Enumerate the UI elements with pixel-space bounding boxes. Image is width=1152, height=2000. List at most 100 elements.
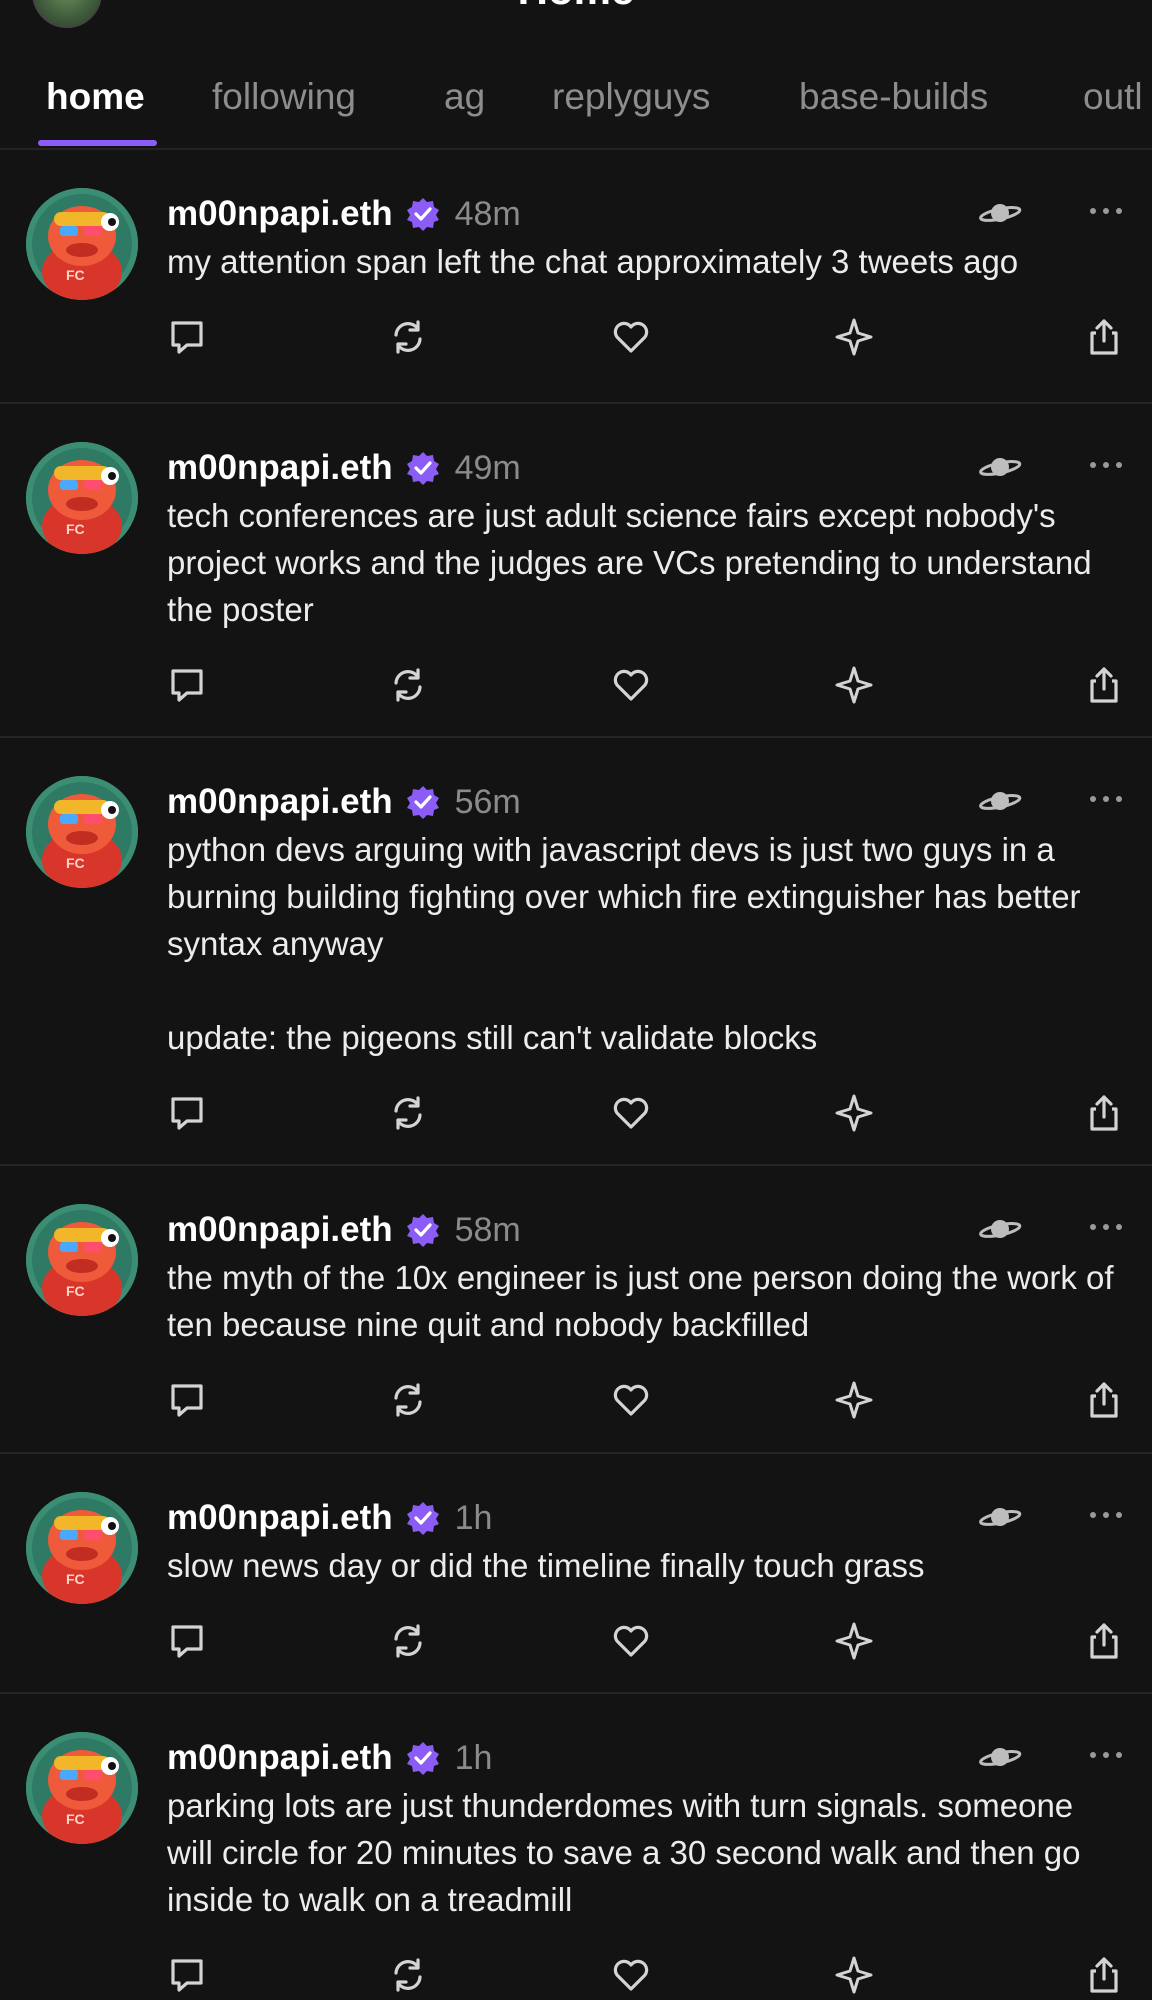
tab-home[interactable]: home bbox=[46, 76, 145, 118]
timestamp: 56m bbox=[454, 782, 521, 821]
cast-actions bbox=[0, 1093, 1152, 1137]
username[interactable]: m00npapi.eth bbox=[167, 1210, 393, 1250]
cast-header: m00npapi.eth 48m bbox=[167, 192, 521, 236]
heart-icon[interactable] bbox=[611, 317, 651, 357]
page-title: Home bbox=[0, 0, 1152, 14]
cast-item[interactable]: FC m00npapi.eth 49m tech conferences are… bbox=[0, 404, 1152, 738]
planet-icon[interactable] bbox=[978, 198, 1022, 228]
reply-icon[interactable] bbox=[167, 1621, 207, 1661]
cast-item[interactable]: FC m00npapi.eth 58m the myth of the 10x … bbox=[0, 1166, 1152, 1454]
share-icon[interactable] bbox=[1084, 1093, 1124, 1133]
heart-icon[interactable] bbox=[611, 665, 651, 705]
more-icon[interactable] bbox=[1090, 460, 1122, 470]
more-icon[interactable] bbox=[1090, 794, 1122, 804]
cast-text: slow news day or did the timeline finall… bbox=[167, 1547, 925, 1584]
cast-item[interactable]: FC m00npapi.eth 1h parking lots are just… bbox=[0, 1694, 1152, 2000]
svg-text:FC: FC bbox=[66, 521, 85, 537]
sparkle-icon[interactable] bbox=[834, 1621, 874, 1661]
reply-icon[interactable] bbox=[167, 317, 207, 357]
cast-actions bbox=[0, 317, 1152, 361]
timestamp: 49m bbox=[454, 448, 521, 487]
sparkle-icon[interactable] bbox=[834, 1093, 874, 1133]
planet-icon[interactable] bbox=[978, 786, 1022, 816]
verified-badge-icon bbox=[405, 196, 441, 232]
tab-following[interactable]: following bbox=[212, 76, 356, 118]
avatar[interactable]: FC bbox=[26, 1204, 138, 1316]
verified-badge-icon bbox=[405, 1500, 441, 1536]
reply-icon[interactable] bbox=[167, 665, 207, 705]
more-icon[interactable] bbox=[1090, 1222, 1122, 1232]
planet-icon[interactable] bbox=[978, 1502, 1022, 1532]
recast-icon[interactable] bbox=[388, 1621, 428, 1661]
username[interactable]: m00npapi.eth bbox=[167, 1498, 393, 1538]
home-screen: Home home following ag replyguys base-bu… bbox=[0, 0, 1152, 2000]
username[interactable]: m00npapi.eth bbox=[167, 448, 393, 488]
share-icon[interactable] bbox=[1084, 665, 1124, 705]
recast-icon[interactable] bbox=[388, 665, 428, 705]
planet-icon[interactable] bbox=[978, 1742, 1022, 1772]
username[interactable]: m00npapi.eth bbox=[167, 1738, 393, 1778]
cast-text: my attention span left the chat approxim… bbox=[167, 243, 1019, 280]
reply-icon[interactable] bbox=[167, 1380, 207, 1420]
verified-badge-icon bbox=[405, 784, 441, 820]
cast-header: m00npapi.eth 56m bbox=[167, 780, 521, 824]
cast-item[interactable]: FC m00npapi.eth 48m my attention span le… bbox=[0, 150, 1152, 404]
sparkle-icon[interactable] bbox=[834, 317, 874, 357]
heart-icon[interactable] bbox=[611, 1380, 651, 1420]
verified-badge-icon bbox=[405, 1212, 441, 1248]
cast-feed: FC m00npapi.eth 48m my attention span le… bbox=[0, 150, 1152, 2000]
active-tab-indicator bbox=[38, 140, 157, 146]
username[interactable]: m00npapi.eth bbox=[167, 194, 393, 234]
more-icon[interactable] bbox=[1090, 206, 1122, 216]
avatar[interactable]: FC bbox=[26, 1732, 138, 1844]
cast-header: m00npapi.eth 1h bbox=[167, 1496, 492, 1540]
share-icon[interactable] bbox=[1084, 1955, 1124, 1995]
cast-header: m00npapi.eth 58m bbox=[167, 1208, 521, 1252]
svg-text:FC: FC bbox=[66, 1571, 85, 1587]
reply-icon[interactable] bbox=[167, 1093, 207, 1133]
more-icon[interactable] bbox=[1090, 1510, 1122, 1520]
cast-actions bbox=[0, 1955, 1152, 1999]
heart-icon[interactable] bbox=[611, 1955, 651, 1995]
username[interactable]: m00npapi.eth bbox=[167, 782, 393, 822]
tab-replyguys[interactable]: replyguys bbox=[552, 76, 710, 118]
tab-ag[interactable]: ag bbox=[444, 76, 485, 118]
avatar[interactable]: FC bbox=[26, 188, 138, 300]
sparkle-icon[interactable] bbox=[834, 1955, 874, 1995]
svg-text:FC: FC bbox=[66, 267, 85, 283]
top-bar: Home bbox=[0, 0, 1152, 40]
share-icon[interactable] bbox=[1084, 1621, 1124, 1661]
timestamp: 48m bbox=[454, 194, 521, 233]
cast-text: python devs arguing with javascript devs… bbox=[167, 831, 1081, 1056]
reply-icon[interactable] bbox=[167, 1955, 207, 1995]
planet-icon[interactable] bbox=[978, 1214, 1022, 1244]
svg-text:FC: FC bbox=[66, 1811, 85, 1827]
share-icon[interactable] bbox=[1084, 1380, 1124, 1420]
recast-icon[interactable] bbox=[388, 1955, 428, 1995]
sparkle-icon[interactable] bbox=[834, 1380, 874, 1420]
heart-icon[interactable] bbox=[611, 1621, 651, 1661]
more-icon[interactable] bbox=[1090, 1750, 1122, 1760]
cast-actions bbox=[0, 665, 1152, 709]
timestamp: 58m bbox=[454, 1210, 521, 1249]
recast-icon[interactable] bbox=[388, 1093, 428, 1133]
avatar[interactable]: FC bbox=[26, 442, 138, 554]
share-icon[interactable] bbox=[1084, 317, 1124, 357]
cast-text: the myth of the 10x engineer is just one… bbox=[167, 1259, 1123, 1343]
planet-icon[interactable] bbox=[978, 452, 1022, 482]
recast-icon[interactable] bbox=[388, 317, 428, 357]
heart-icon[interactable] bbox=[611, 1093, 651, 1133]
recast-icon[interactable] bbox=[388, 1380, 428, 1420]
avatar[interactable]: FC bbox=[26, 1492, 138, 1604]
tab-base-builds[interactable]: base-builds bbox=[799, 76, 988, 118]
verified-badge-icon bbox=[405, 450, 441, 486]
timestamp: 1h bbox=[454, 1498, 493, 1537]
cast-item[interactable]: FC m00npapi.eth 1h slow news day or did … bbox=[0, 1454, 1152, 1694]
tab-outl[interactable]: outl bbox=[1083, 76, 1143, 118]
avatar[interactable]: FC bbox=[26, 776, 138, 888]
svg-text:FC: FC bbox=[66, 855, 85, 871]
cast-actions bbox=[0, 1621, 1152, 1665]
sparkle-icon[interactable] bbox=[834, 665, 874, 705]
timestamp: 1h bbox=[454, 1738, 493, 1777]
cast-item[interactable]: FC m00npapi.eth 56m python devs arguing … bbox=[0, 738, 1152, 1166]
